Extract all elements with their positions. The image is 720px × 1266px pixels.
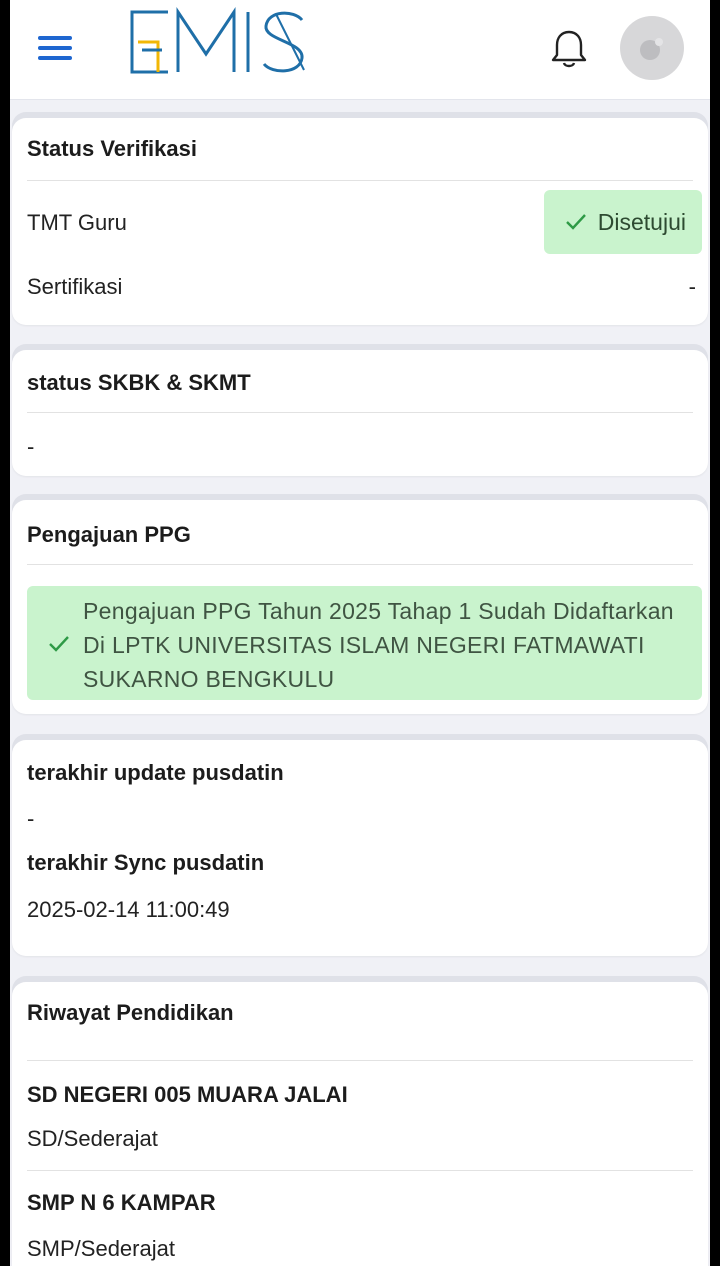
- card-title: Pengajuan PPG: [27, 522, 191, 547]
- bell-icon[interactable]: [550, 28, 588, 70]
- divider: [27, 180, 693, 181]
- school-name: SD NEGERI 005 MUARA JALAI: [27, 1082, 348, 1107]
- check-icon: [565, 214, 586, 230]
- update-pusdatin-label: terakhir update pusdatin: [27, 760, 284, 785]
- pengajuan-ppg-card: Pengajuan PPG Pengajuan PPG Tahun 2025 T…: [12, 500, 708, 714]
- ppg-message: Pengajuan PPG Tahun 2025 Tahap 1 Sudah D…: [83, 598, 674, 692]
- tmt-guru-label: TMT Guru: [27, 210, 127, 235]
- sertifikasi-label: Sertifikasi: [27, 274, 123, 299]
- status-skbk-card: status SKBK & SKMT -: [12, 350, 708, 476]
- status-verifikasi-card: Status Verifikasi TMT Guru Disetujui Ser…: [12, 118, 708, 325]
- school-level: SD/Sederajat: [27, 1126, 158, 1151]
- card-title: Status Verifikasi: [27, 136, 197, 161]
- avatar[interactable]: [620, 16, 684, 80]
- check-icon: [49, 636, 69, 652]
- riwayat-pendidikan-card: Riwayat Pendidikan SD NEGERI 005 MUARA J…: [12, 982, 708, 1266]
- divider: [27, 1060, 693, 1061]
- ppg-success-alert: Pengajuan PPG Tahun 2025 Tahap 1 Sudah D…: [27, 586, 702, 700]
- sync-pusdatin-label: terakhir Sync pusdatin: [27, 850, 265, 875]
- skbk-value: -: [27, 434, 35, 459]
- divider: [27, 1170, 693, 1171]
- app-screen: Status Verifikasi TMT Guru Disetujui Ser…: [10, 0, 710, 1266]
- school-name: SMP N 6 KAMPAR: [27, 1190, 216, 1215]
- divider: [27, 564, 693, 565]
- status-badge: Disetujui: [543, 190, 702, 254]
- sync-pusdatin-value: 2025-02-14 11:00:49: [27, 897, 230, 922]
- card-title: Riwayat Pendidikan: [27, 1000, 234, 1025]
- status-badge-text: Disetujui: [597, 208, 686, 235]
- sertifikasi-value: -: [688, 274, 696, 299]
- hamburger-menu-icon[interactable]: [38, 36, 72, 60]
- emis-logo: [130, 7, 305, 74]
- pusdatin-card: terakhir update pusdatin - terakhir Sync…: [12, 740, 708, 956]
- divider: [27, 412, 693, 413]
- school-level: SMP/Sederajat: [27, 1236, 175, 1261]
- update-pusdatin-value: -: [27, 806, 35, 831]
- card-title: status SKBK & SKMT: [27, 370, 251, 395]
- top-app-bar: [10, 0, 710, 100]
- avatar-icon: [640, 38, 663, 60]
